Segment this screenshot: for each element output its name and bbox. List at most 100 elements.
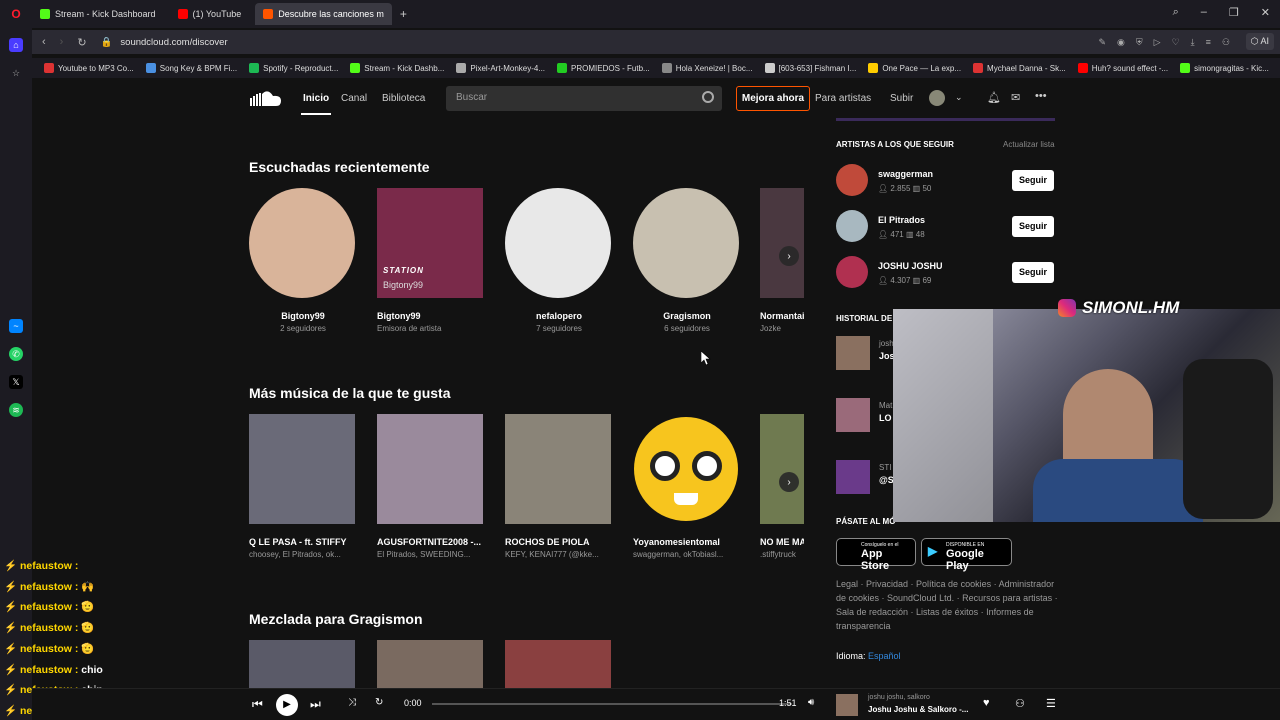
- bookmark-item[interactable]: Spotify - Reproduct...: [249, 63, 338, 73]
- new-tab-button[interactable]: +: [400, 7, 407, 21]
- edit-icon[interactable]: ✎: [1099, 37, 1107, 48]
- recent-title[interactable]: Bigtony99: [377, 311, 485, 321]
- artist-name[interactable]: El Pitrados: [878, 215, 925, 225]
- mix-card[interactable]: [505, 640, 611, 688]
- track-artists[interactable]: KEFY, KENAI777 (@kke...: [505, 550, 613, 559]
- track-card[interactable]: Yoyanomesientomal swaggerman, okTobiasl..…: [633, 414, 741, 559]
- artist-avatar[interactable]: [836, 256, 868, 288]
- language-link[interactable]: Español: [868, 651, 901, 661]
- upload-link[interactable]: Subir: [890, 93, 913, 104]
- track-card[interactable]: AGUSFORTNITE2008 -... El Pitrados, SWEEDI…: [377, 414, 485, 559]
- track-artists[interactable]: .stiffytruck: [760, 550, 804, 559]
- recent-artwork[interactable]: [633, 188, 739, 298]
- shield-icon[interactable]: ⛨: [1136, 37, 1143, 48]
- close-window-button[interactable]: ✕: [1261, 6, 1270, 19]
- queue-icon[interactable]: ☰: [1046, 697, 1056, 710]
- nav-biblioteca[interactable]: Biblioteca: [382, 93, 425, 104]
- star-icon[interactable]: ☆: [9, 66, 23, 80]
- bookmark-item[interactable]: One Pace — La exp...: [868, 63, 961, 73]
- reload-button[interactable]: ↻: [77, 36, 86, 49]
- mix-card[interactable]: [377, 640, 483, 688]
- progress-bar[interactable]: [432, 703, 792, 705]
- x-icon[interactable]: 𝕏: [9, 375, 23, 389]
- track-artists[interactable]: El Pitrados, SWEEDING...: [377, 550, 485, 559]
- browser-tab[interactable]: Descubre las canciones m: [255, 3, 392, 25]
- download-icon[interactable]: ⤓: [1191, 37, 1195, 48]
- track-artwork[interactable]: [377, 414, 483, 524]
- spotify-icon[interactable]: ≋: [9, 403, 23, 417]
- track-artwork[interactable]: [505, 414, 611, 524]
- history-artwork[interactable]: [836, 460, 870, 494]
- track-artwork[interactable]: [249, 414, 355, 524]
- search-input[interactable]: Buscar: [446, 86, 722, 111]
- more-next-arrow[interactable]: ›: [779, 472, 799, 492]
- recent-title[interactable]: Gragismon: [633, 311, 741, 321]
- follow-button[interactable]: Seguir: [1012, 170, 1054, 191]
- follow-artist-icon[interactable]: ⚇: [1015, 697, 1025, 710]
- recent-artwork[interactable]: [505, 188, 611, 298]
- bookmark-item[interactable]: Youtube to MP3 Co...: [44, 63, 134, 73]
- search-icon[interactable]: [702, 91, 714, 103]
- history-artwork[interactable]: [836, 398, 870, 432]
- chevron-down-icon[interactable]: ⌄: [955, 92, 963, 103]
- browser-tab[interactable]: (1) YouTube: [170, 3, 250, 25]
- nav-canal[interactable]: Canal: [341, 93, 367, 104]
- recent-artwork[interactable]: STATION Bigtony99: [377, 188, 483, 298]
- menu-icon[interactable]: ≡: [1206, 37, 1211, 48]
- play-icon[interactable]: ▷: [1154, 37, 1161, 48]
- repeat-icon[interactable]: ↻: [375, 697, 383, 708]
- bookmark-item[interactable]: Pixel-Art-Monkey-4...: [456, 63, 545, 73]
- ai-button[interactable]: ⬡ AI: [1245, 33, 1274, 50]
- now-playing-track[interactable]: Joshu Joshu & Salkoro -...: [868, 705, 968, 714]
- url-text[interactable]: soundcloud.com/discover: [120, 37, 227, 48]
- history-artwork[interactable]: [836, 336, 870, 370]
- minimize-button[interactable]: –: [1201, 6, 1207, 19]
- notifications-icon[interactable]: 🔔︎: [987, 91, 1001, 104]
- recent-card[interactable]: STATION Bigtony99 Bigtony99 Emisora de arti…: [377, 188, 485, 333]
- recent-card[interactable]: Bigtony99 2 seguidores: [249, 188, 357, 333]
- track-artists[interactable]: choosey, El Pitrados, ok...: [249, 550, 357, 559]
- bookmark-item[interactable]: Song Key & BPM Fi...: [145, 63, 237, 73]
- search-tabs-icon[interactable]: ⌕: [1173, 6, 1179, 19]
- recent-artwork[interactable]: [249, 188, 355, 298]
- track-title[interactable]: NO ME MA: [760, 537, 804, 547]
- maximize-button[interactable]: ❐: [1229, 6, 1239, 19]
- messages-icon[interactable]: ✉: [1011, 91, 1020, 104]
- track-title[interactable]: ROCHOS DE PIOLA: [505, 537, 613, 547]
- artist-name[interactable]: swaggerman: [878, 169, 933, 179]
- volume-icon[interactable]: 🔊︎: [808, 697, 814, 708]
- recent-artwork[interactable]: [760, 188, 804, 298]
- more-icon[interactable]: •••: [1035, 90, 1047, 102]
- track-artwork[interactable]: [633, 414, 739, 524]
- track-artists[interactable]: swaggerman, okTobiasl...: [633, 550, 741, 559]
- bookmark-item[interactable]: Stream - Kick Dashb...: [350, 63, 444, 73]
- previous-icon[interactable]: ⏮: [252, 697, 263, 712]
- shuffle-icon[interactable]: ⤨: [348, 697, 356, 708]
- recent-title[interactable]: nefalopero: [505, 311, 613, 321]
- bookmark-item[interactable]: Mychael Danna - Sk...: [973, 63, 1066, 73]
- recent-card[interactable]: Gragismon 6 seguidores: [633, 188, 741, 333]
- camera-icon[interactable]: ◉: [1117, 37, 1125, 48]
- track-title[interactable]: Q LE PASA - ft. STIFFY: [249, 537, 357, 547]
- track-card[interactable]: ROCHOS DE PIOLA KEFY, KENAI777 (@kke...: [505, 414, 613, 559]
- messenger-icon[interactable]: ~: [9, 319, 23, 333]
- whatsapp-icon[interactable]: ✆: [9, 347, 23, 361]
- now-playing-artist[interactable]: joshu joshu, salkoro: [868, 694, 930, 701]
- like-icon[interactable]: ♥: [983, 697, 990, 709]
- recent-next-arrow[interactable]: ›: [779, 246, 799, 266]
- opera-logo[interactable]: O: [0, 7, 32, 21]
- mix-card[interactable]: [249, 640, 355, 688]
- recent-title[interactable]: Normantai: [760, 311, 804, 321]
- soundcloud-logo-icon[interactable]: [250, 90, 282, 106]
- next-icon[interactable]: ⏭: [310, 697, 321, 712]
- track-title[interactable]: AGUSFORTNITE2008 -...: [377, 537, 485, 547]
- bookmark-item[interactable]: simongragitas - Kic...: [1180, 63, 1269, 73]
- heart-icon[interactable]: ♡: [1172, 37, 1180, 48]
- app-store-button[interactable]: Consíguelo en el App Store: [836, 538, 916, 572]
- browser-tab[interactable]: Stream - Kick Dashboard: [32, 3, 164, 25]
- google-play-button[interactable]: ▶ DISPONIBLE EN Google Play: [921, 538, 1012, 572]
- bookmark-item[interactable]: Hola Xeneize! | Boc...: [661, 63, 753, 73]
- bookmark-item[interactable]: PROMIEDOS - Futb...: [557, 63, 650, 73]
- recent-card[interactable]: nefalopero 7 seguidores: [505, 188, 613, 333]
- avatar[interactable]: [929, 90, 945, 106]
